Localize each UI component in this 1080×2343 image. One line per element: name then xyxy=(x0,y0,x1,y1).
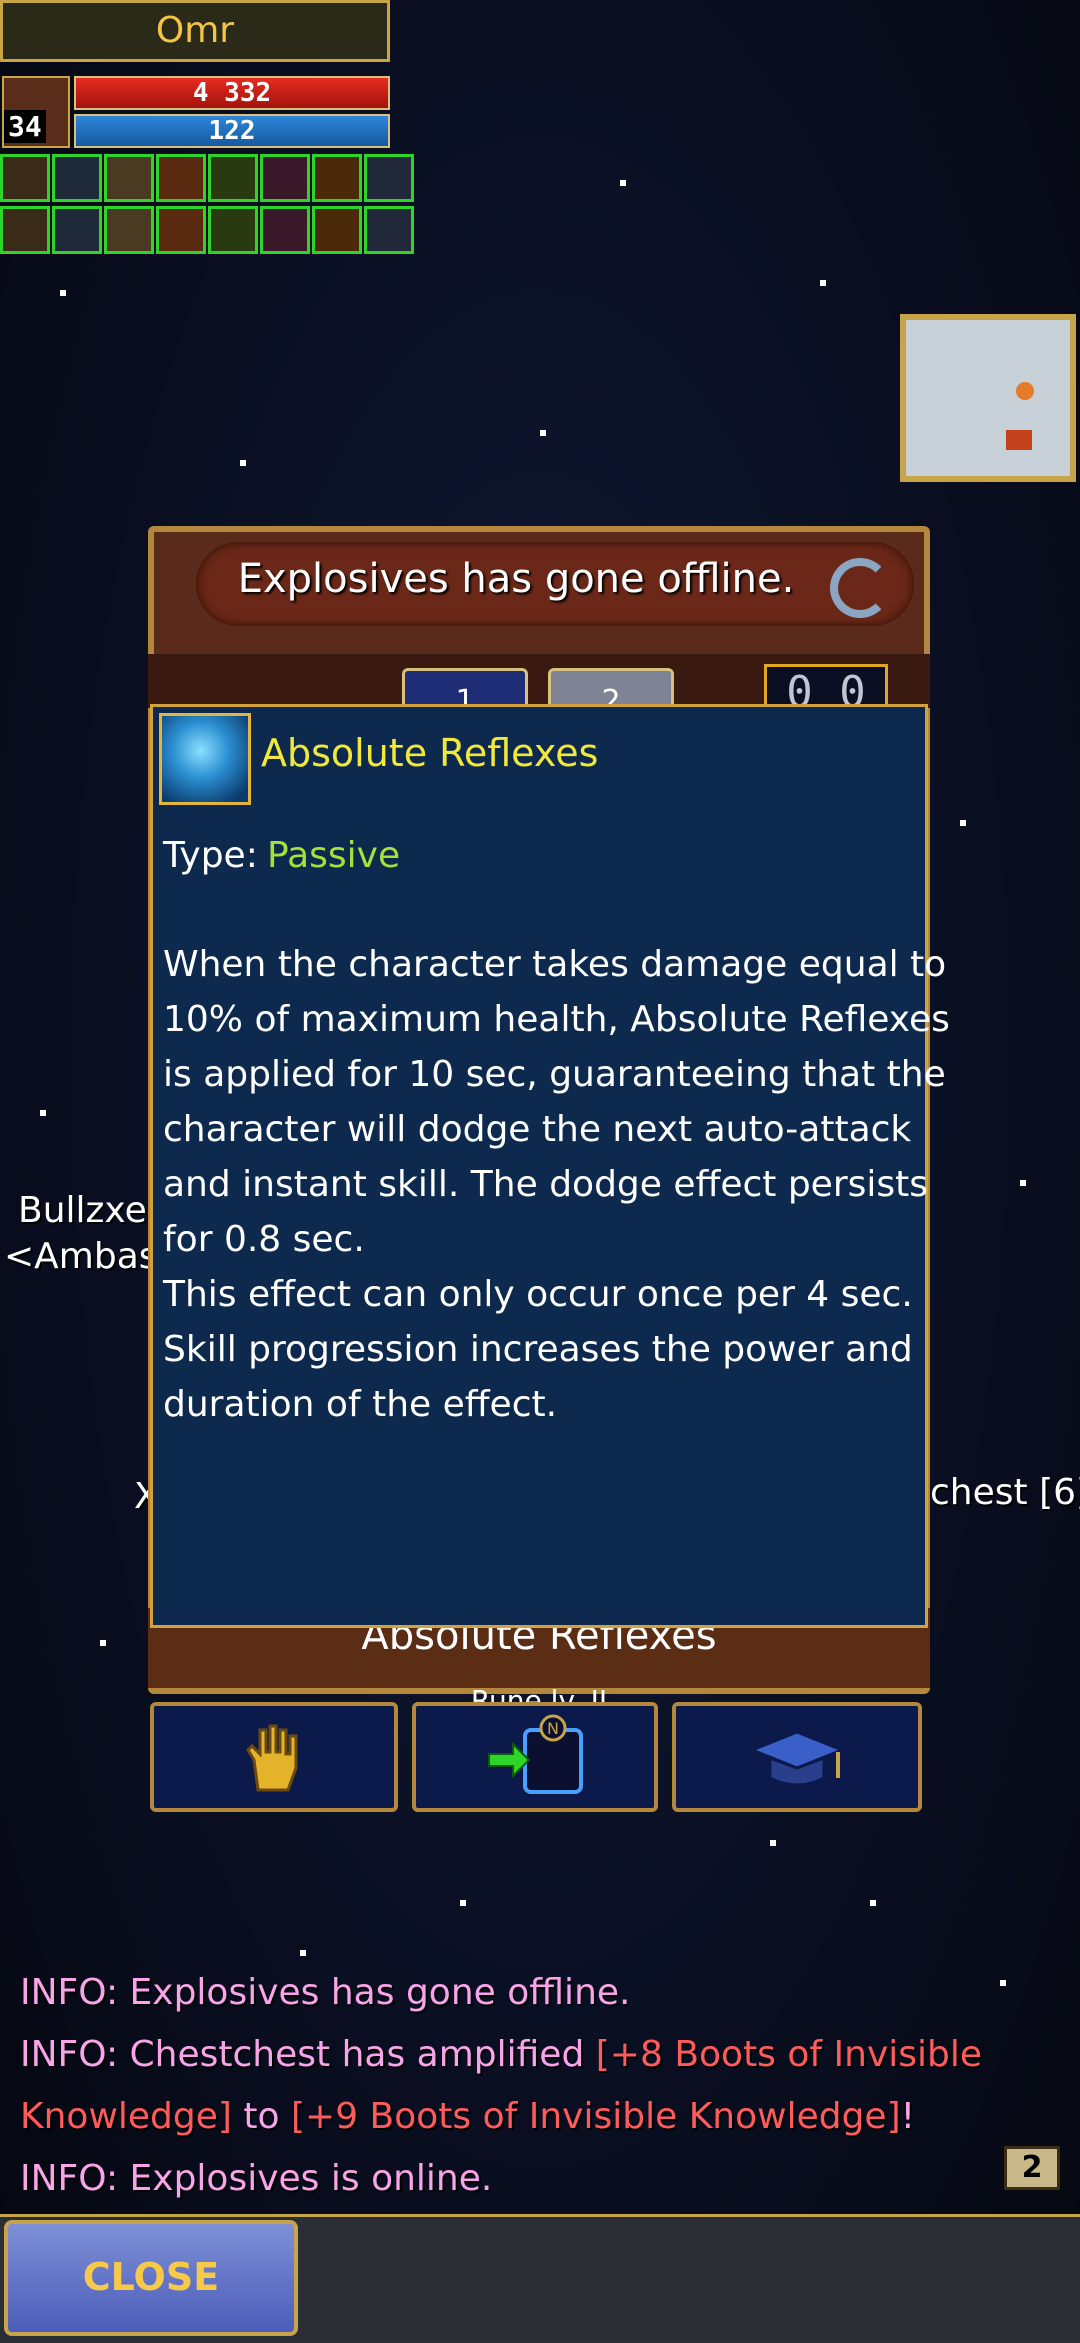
buff-icon[interactable] xyxy=(104,154,154,202)
chat-text: to xyxy=(231,2096,291,2137)
mana-bar: 122 xyxy=(74,114,390,148)
character-frame[interactable]: Omr 34 4 332 122 xyxy=(0,0,392,152)
minimap-player-marker xyxy=(1016,382,1034,400)
minimap[interactable] xyxy=(900,314,1076,482)
equip-skill-button[interactable]: N xyxy=(412,1702,658,1812)
star xyxy=(770,1840,776,1846)
buff-icon[interactable] xyxy=(312,206,362,254)
chat-item-link[interactable]: Knowledge] xyxy=(20,2096,232,2137)
star xyxy=(60,290,66,296)
graduation-cap-icon xyxy=(676,1706,918,1808)
equip-arrow-icon: N xyxy=(416,1706,654,1808)
description-line: character will dodge the next auto-attac… xyxy=(163,1109,912,1150)
star xyxy=(40,1110,46,1116)
minimap-chest-marker xyxy=(1006,430,1032,450)
use-skill-button[interactable] xyxy=(150,1702,398,1812)
learn-skill-button[interactable] xyxy=(672,1702,922,1812)
skill-type-label: Type: xyxy=(163,835,258,876)
buff-icon[interactable] xyxy=(156,206,206,254)
description-line: This effect can only occur once per 4 se… xyxy=(163,1274,913,1315)
close-button[interactable]: CLOSE xyxy=(4,2220,298,2336)
buff-icon[interactable] xyxy=(156,154,206,202)
chat-line: INFO: Explosives has gone offline. xyxy=(20,1962,1060,2024)
hand-icon xyxy=(154,1706,394,1808)
buff-grid xyxy=(0,154,420,256)
star xyxy=(960,820,966,826)
npc-chest-label[interactable]: chest [6] xyxy=(930,1472,1080,1513)
buff-icon[interactable] xyxy=(104,206,154,254)
chat-line: INFO: Explosives is online. xyxy=(20,2148,1060,2210)
description-line: is applied for 10 sec, guaranteeing that… xyxy=(163,1054,946,1095)
buff-icon[interactable] xyxy=(52,206,102,254)
skill-rune-label: Rune lv. II xyxy=(470,1684,608,1704)
buff-icon[interactable] xyxy=(260,206,310,254)
notification-banner: Explosives has gone offline. xyxy=(196,542,914,626)
description-line: Skill progression increases the power an… xyxy=(163,1329,913,1370)
description-line: for 0.8 sec. xyxy=(163,1219,365,1260)
chat-line: Knowledge] to [+9 Boots of Invisible Kno… xyxy=(20,2086,1060,2148)
star xyxy=(300,1950,306,1956)
health-bar: 4 332 xyxy=(74,76,390,110)
svg-text:N: N xyxy=(547,1719,559,1738)
player-guild-label: <Ambas xyxy=(4,1236,158,1277)
buff-icon[interactable] xyxy=(0,206,50,254)
skill-title: Absolute Reflexes xyxy=(261,731,599,775)
buff-icon[interactable] xyxy=(208,206,258,254)
chat-text: INFO: Explosives is online. xyxy=(20,2158,493,2199)
character-name: Omr xyxy=(0,0,390,62)
skill-type-value: Passive xyxy=(267,835,401,876)
chat-tab-badge[interactable]: 2 xyxy=(1004,2146,1060,2190)
description-line: duration of the effect. xyxy=(163,1384,558,1425)
buff-icon[interactable] xyxy=(312,154,362,202)
buff-icon[interactable] xyxy=(364,154,414,202)
star xyxy=(460,1900,466,1906)
description-line: When the character takes damage equal to xyxy=(163,944,947,985)
chat-item-link[interactable]: [+9 Boots of Invisible Knowledge] xyxy=(291,2096,901,2137)
skill-description: When the character takes damage equal to… xyxy=(163,937,950,1432)
buff-icon[interactable] xyxy=(364,206,414,254)
player-name-label[interactable]: Bullzxe xyxy=(18,1190,147,1231)
star xyxy=(100,1640,106,1646)
chat-log[interactable]: INFO: Explosives has gone offline. INFO:… xyxy=(20,1962,1060,2210)
chat-text: INFO: Explosives has gone offline. xyxy=(20,1972,631,2013)
buff-icon[interactable] xyxy=(52,154,102,202)
buff-icon[interactable] xyxy=(208,154,258,202)
chat-text: INFO: Chestchest has amplified xyxy=(20,2034,596,2075)
description-line: 10% of maximum health, Absolute Reflexes xyxy=(163,999,950,1040)
chat-item-link[interactable]: [+8 Boots of Invisible xyxy=(596,2034,982,2075)
refresh-icon[interactable] xyxy=(830,558,890,618)
skill-tooltip: Absolute Reflexes Type: Passive When the… xyxy=(150,704,950,1628)
description-line: and instant skill. The dodge effect pers… xyxy=(163,1164,928,1205)
star xyxy=(870,1900,876,1906)
star xyxy=(1020,1180,1026,1186)
chat-text: ! xyxy=(900,2096,916,2137)
buff-icon[interactable] xyxy=(260,154,310,202)
character-level: 34 xyxy=(4,110,46,143)
notification-text: Explosives has gone offline. xyxy=(237,556,795,602)
star xyxy=(240,460,246,466)
star xyxy=(820,280,826,286)
buff-icon[interactable] xyxy=(0,154,50,202)
chat-line: INFO: Chestchest has amplified [+8 Boots… xyxy=(20,2024,1060,2086)
skill-icon xyxy=(159,713,251,805)
star xyxy=(540,430,546,436)
star xyxy=(620,180,626,186)
